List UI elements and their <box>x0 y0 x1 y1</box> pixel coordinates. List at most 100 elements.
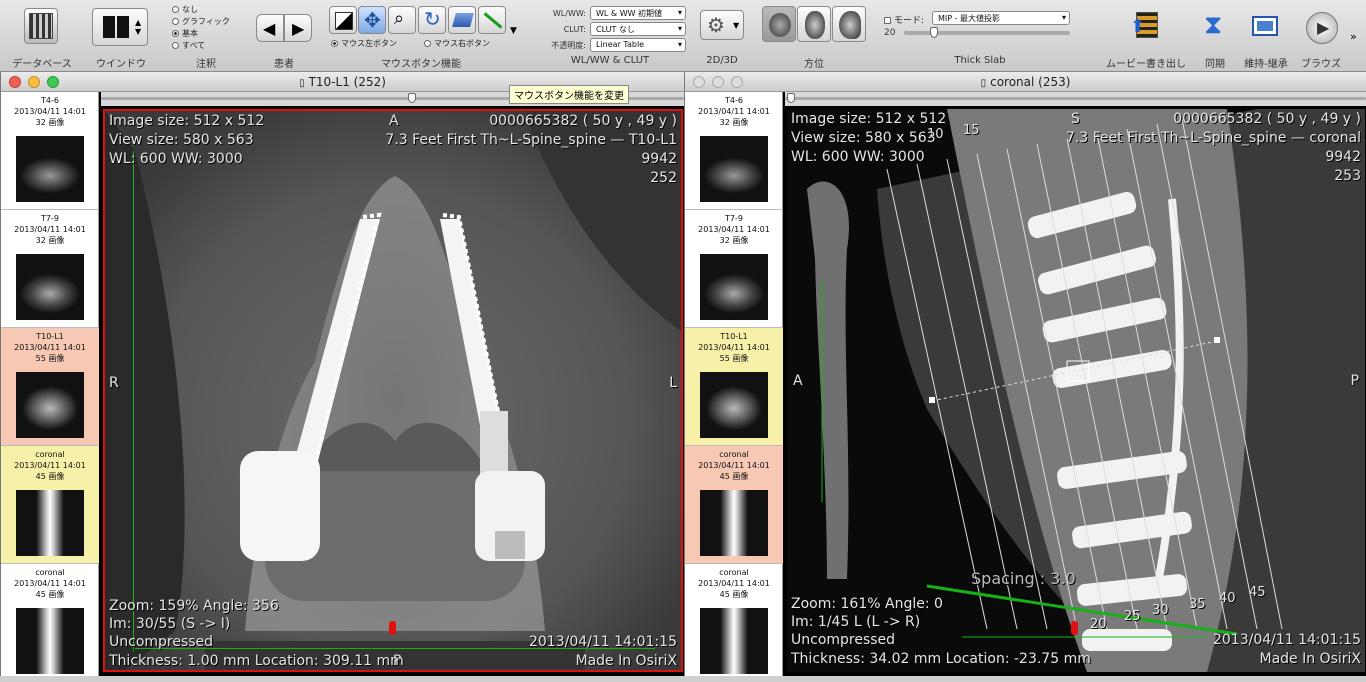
thumb-title: coronal <box>719 450 749 459</box>
play-icon: ▶ <box>1317 18 1330 37</box>
thickness-text: Thickness: 34.02 mm Location: -23.75 mm <box>791 651 1091 667</box>
right-image-viewport[interactable]: Spacing : 3.0 10 15 20 25 30 35 40 45 Im… <box>787 109 1365 672</box>
checkbox-icon <box>884 17 891 24</box>
series-number-text: 9942 <box>1325 149 1361 165</box>
slice-label-15: 15 <box>963 123 980 138</box>
database-button[interactable] <box>24 8 58 44</box>
tool-move-button[interactable]: ✥ <box>358 6 386 34</box>
thumb-count: 45 画像 <box>35 590 65 599</box>
slider-track <box>785 97 1366 100</box>
tool-more-icon[interactable]: ▼ <box>510 26 517 36</box>
view-size-text: View size: 580 x 563 <box>109 132 254 148</box>
orientation-coronal-button[interactable] <box>797 6 831 42</box>
arrow-up-icon: ⬆ <box>1130 16 1146 37</box>
thumb-count: 45 画像 <box>719 472 749 481</box>
coronal-thumb-image <box>700 490 768 556</box>
mouse-right-radio[interactable]: マウス右ボタン <box>424 38 490 49</box>
image-size-text: Image size: 512 x 512 <box>791 111 947 127</box>
left-image-viewport[interactable]: Image size: 512 x 512 View size: 580 x 5… <box>103 109 683 672</box>
datetime-text: 2013/04/11 14:01:15 <box>528 634 677 650</box>
keep-settings-button[interactable] <box>1250 12 1280 42</box>
thumb-date: 2013/04/11 14:01 <box>698 343 770 352</box>
toolbar-overflow-icon[interactable]: » <box>1350 30 1357 43</box>
ruler-marker[interactable] <box>1071 621 1078 635</box>
series-thumbnail-active[interactable]: coronal 2013/04/11 14:01 45 画像 <box>685 446 783 564</box>
grid-icon <box>1252 16 1278 36</box>
thickness-text: Thickness: 1.00 mm Location: 309.11 mm <box>109 653 404 669</box>
tool-rotate-button[interactable]: ↻ <box>418 6 446 34</box>
slab-slider[interactable] <box>904 27 1070 38</box>
thumb-title: T7-9 <box>41 214 59 223</box>
patient-id-text: 0000665382 ( 50 y , 49 y ) <box>1173 111 1361 127</box>
annotation-option-graphic[interactable]: グラフィック <box>172 16 230 27</box>
previous-patient-button[interactable]: ◀ <box>256 14 284 42</box>
tool-scroll-button[interactable] <box>448 6 476 34</box>
coronal-thumb-image <box>16 490 84 556</box>
series-thumbnail-linked[interactable]: coronal 2013/04/11 14:01 45 画像 <box>1 446 99 564</box>
axial-thumb-image <box>16 372 84 438</box>
zoom-button[interactable] <box>731 76 743 88</box>
axial-head-icon <box>769 13 791 37</box>
minimize-button[interactable] <box>712 76 724 88</box>
tool-length-button[interactable] <box>478 6 506 34</box>
keep-label: 維持-継承 <box>1244 59 1288 70</box>
slider-knob[interactable] <box>787 93 795 103</box>
tool-zoom-button[interactable]: ⌕ <box>388 6 416 34</box>
wlww-select[interactable]: WL & WW 初期値 <box>590 6 686 20</box>
series-thumbnail[interactable]: T4-6 2013/04/11 14:01 32 画像 <box>1 92 99 210</box>
movie-export-button[interactable]: ⬆ <box>1130 10 1164 42</box>
zoom-text: Zoom: 161% Angle: 0 <box>791 596 943 612</box>
radio-selected-icon <box>331 40 338 47</box>
chevron-down-icon: ▼ <box>733 21 740 30</box>
database-icon <box>29 13 53 39</box>
slider-knob[interactable] <box>408 93 416 103</box>
thumb-count: 45 画像 <box>35 472 65 481</box>
close-button[interactable] <box>9 76 21 88</box>
zoom-button[interactable] <box>47 76 59 88</box>
window-layout-button[interactable]: ▲ ▼ <box>92 8 148 46</box>
mouse-left-radio[interactable]: マウス左ボタン <box>331 38 397 49</box>
series-thumbnail[interactable]: T7-9 2013/04/11 14:01 32 画像 <box>685 210 783 328</box>
series-thumbnail[interactable]: T4-6 2013/04/11 14:01 32 画像 <box>685 92 783 210</box>
right-window-title: coronal (253) <box>990 75 1071 89</box>
next-patient-button[interactable]: ▶ <box>284 14 312 42</box>
ruler-marker[interactable] <box>389 621 396 635</box>
image-index-text: Im: 1/45 L (L -> R) <box>791 614 921 630</box>
radio-icon <box>172 6 179 13</box>
tool-wlww-button[interactable] <box>329 6 357 34</box>
zoom-text: Zoom: 159% Angle: 356 <box>109 598 279 614</box>
annotation-option-all[interactable]: すべて <box>172 40 205 51</box>
vertical-ruler <box>133 151 134 651</box>
mode-select[interactable]: MIP - 最大値投影 <box>932 11 1070 25</box>
annotation-option-none[interactable]: なし <box>172 4 198 15</box>
wlww-group-label: WL/WW & CLUT <box>570 55 650 66</box>
sync-button[interactable]: ⧗ <box>1200 10 1230 42</box>
left-series-list: T4-6 2013/04/11 14:01 32 画像 T7-9 2013/04… <box>1 92 99 676</box>
mode-checkbox[interactable]: モード: <box>884 13 924 26</box>
series-thumbnail-active[interactable]: T10-L1 2013/04/11 14:01 55 画像 <box>1 328 99 446</box>
close-button[interactable] <box>693 76 705 88</box>
clut-select[interactable]: CLUT なし <box>590 22 686 36</box>
right-image-slider[interactable] <box>785 92 1366 106</box>
annotation-option-basic[interactable]: 基本 <box>172 28 198 39</box>
document-icon: ▯ <box>299 78 305 89</box>
series-thumbnail[interactable]: coronal 2013/04/11 14:01 45 画像 <box>1 564 99 682</box>
database-label: データベース <box>12 59 72 70</box>
orientation-axial-button[interactable] <box>762 6 796 42</box>
series-thumbnail[interactable]: coronal 2013/04/11 14:01 45 画像 <box>685 564 783 682</box>
minimize-button[interactable] <box>28 76 40 88</box>
annotation-option-label: なし <box>182 5 198 14</box>
view-2d3d-button[interactable]: ⚙ ▼ <box>700 10 744 40</box>
browse-button[interactable]: ▶ <box>1306 12 1338 44</box>
thumb-title: T4-6 <box>41 96 59 105</box>
series-thumbnail[interactable]: T7-9 2013/04/11 14:01 32 画像 <box>1 210 99 328</box>
browse-label: ブラウズ <box>1301 59 1341 70</box>
orientation-sagittal-button[interactable] <box>832 6 866 42</box>
series-thumbnail-linked[interactable]: T10-L1 2013/04/11 14:01 55 画像 <box>685 328 783 446</box>
compression-text: Uncompressed <box>791 632 896 648</box>
opacity-select[interactable]: Linear Table <box>590 38 686 52</box>
main-toolbar: データベース ▲ ▼ ウインドウ なし グラフィック 基本 すべて 注釈 ◀ ▶ … <box>0 0 1366 72</box>
slab-slider-knob[interactable] <box>930 27 938 38</box>
slice-label-45: 45 <box>1249 585 1266 600</box>
hourglass-icon: ⧗ <box>1204 10 1223 40</box>
